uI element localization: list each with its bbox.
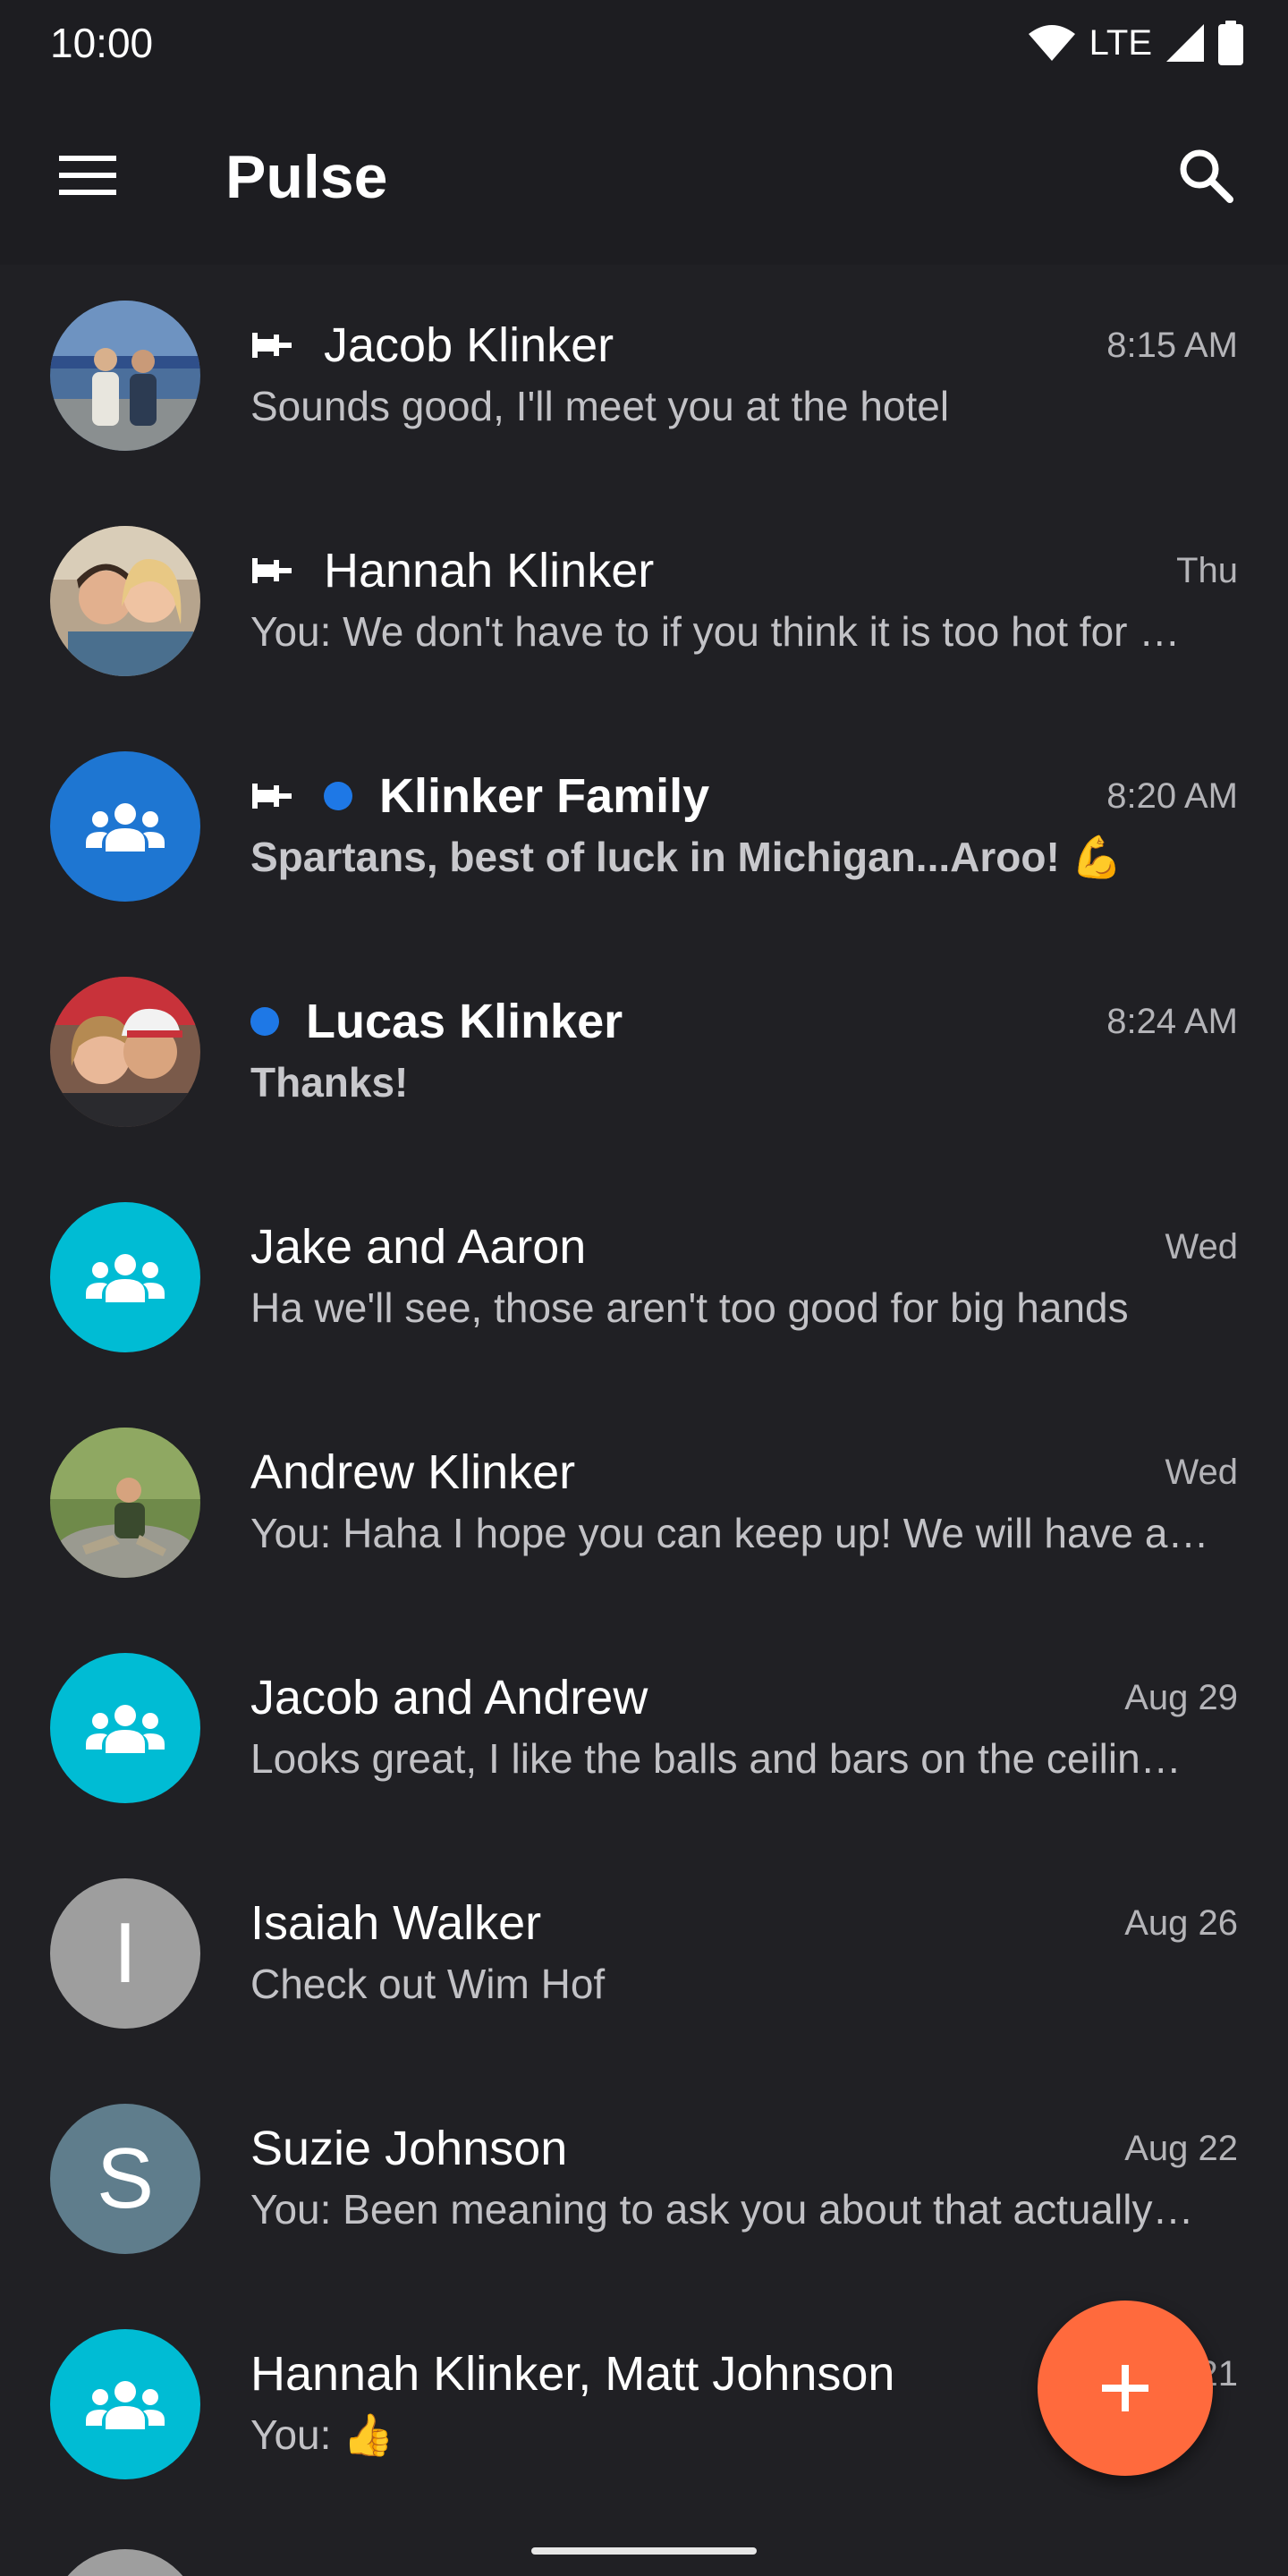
message-time: Aug 29 <box>1124 1677 1238 1717</box>
message-time: Thu <box>1176 550 1238 590</box>
battery-icon <box>1218 21 1243 65</box>
message-snippet: You: We don't have to if you think it is… <box>250 608 1181 655</box>
avatar-group[interactable] <box>50 1202 200 1352</box>
conversation-row-isaiah-walker[interactable]: I Isaiah Walker Aug 26 Check out Wim Hof <box>0 1843 1288 2068</box>
status-time: 10:00 <box>50 20 154 66</box>
conversation-header: Suzie Johnson Aug 22 <box>250 2120 1238 2177</box>
avatar-photo-lucas[interactable] <box>50 977 200 1127</box>
avatar-group[interactable] <box>50 1653 200 1803</box>
conversation-row-jacob-and-andrew[interactable]: Jacob and Andrew Aug 29 Looks great, I l… <box>0 1617 1288 1843</box>
message-snippet: Spartans, best of luck in Michigan...Aro… <box>250 834 1123 880</box>
contact-name: Jake and Aaron <box>250 1220 587 1274</box>
message-snippet: Thanks! <box>250 1059 409 1106</box>
search-button[interactable] <box>1163 132 1249 218</box>
cell-signal-icon <box>1166 24 1204 62</box>
avatar-photo-jacob[interactable] <box>50 301 200 451</box>
contact-name: Klinker Family <box>379 769 710 823</box>
avatar-initial: I <box>113 1905 138 2001</box>
conversation-row-klinker-family[interactable]: Klinker Family 8:20 AM Spartans, best of… <box>0 716 1288 941</box>
conversation-header: Hannah Klinker Thu <box>250 542 1238 599</box>
new-conversation-button[interactable] <box>1038 2301 1213 2476</box>
status-icons: LTE <box>1027 20 1243 66</box>
conversation-header: Isaiah Walker Aug 26 <box>250 1894 1238 1952</box>
pin-icon <box>252 784 292 809</box>
wifi-icon <box>1028 25 1075 61</box>
network-type-label: LTE <box>1089 23 1152 63</box>
menu-icon <box>59 156 116 195</box>
message-time: 8:20 AM <box>1106 775 1238 816</box>
avatar-initial: S <box>96 2131 155 2226</box>
conversation-row-jake-and-aaron[interactable]: Jake and Aaron Wed Ha we'll see, those a… <box>0 1166 1288 1392</box>
conversation-list-screen: 10:00 LTE Pulse Jacob Klinker 8:15 AM So… <box>0 0 1288 2576</box>
contact-name: Hannah Klinker, Matt Johnson <box>250 2347 895 2401</box>
menu-button[interactable] <box>45 132 131 218</box>
search-icon <box>1180 149 1233 203</box>
contact-name: Suzie Johnson <box>250 2122 568 2175</box>
avatar-group[interactable] <box>50 2329 200 2479</box>
message-time: Aug 22 <box>1124 2128 1238 2168</box>
contact-name: Jacob and Andrew <box>250 1671 648 1724</box>
conversation-header: Jacob and Andrew Aug 29 <box>250 1669 1238 1726</box>
app-title: Pulse <box>225 143 388 211</box>
avatar-group[interactable] <box>50 751 200 902</box>
pin-icon <box>252 558 292 583</box>
group-icon <box>86 1705 165 1753</box>
message-snippet: Sounds good, I'll meet you at the hotel <box>250 383 950 429</box>
unread-indicator <box>250 1007 279 1036</box>
conversation-header: Jake and Aaron Wed <box>250 1218 1238 1275</box>
message-snippet: You: Haha I hope you can keep up! We wil… <box>250 1510 1209 1556</box>
conversation-row-andrew-klinker[interactable]: Andrew Klinker Wed You: Haha I hope you … <box>0 1392 1288 1617</box>
app-bar: Pulse <box>0 86 1288 265</box>
conversation-header: Andrew Klinker Wed <box>250 1444 1238 1501</box>
contact-name: Andrew Klinker <box>250 1445 576 1499</box>
gesture-nav-handle[interactable] <box>531 2547 757 2555</box>
message-time: Aug 26 <box>1124 1902 1238 1943</box>
contact-name: Isaiah Walker <box>250 1896 542 1950</box>
conversation-header: Klinker Family 8:20 AM <box>250 767 1238 825</box>
message-time: 8:24 AM <box>1106 1001 1238 1041</box>
group-icon <box>86 803 165 852</box>
conversation-header: Lucas Klinker 8:24 AM <box>250 993 1238 1050</box>
conversation-header: Jacob Klinker 8:15 AM <box>250 317 1238 374</box>
group-icon <box>86 1254 165 1302</box>
conversation-list[interactable]: Jacob Klinker 8:15 AM Sounds good, I'll … <box>0 265 1288 2576</box>
conversation-row-lucas-klinker[interactable]: Lucas Klinker 8:24 AM Thanks! <box>0 941 1288 1166</box>
contact-name: Jacob Klinker <box>324 318 614 372</box>
message-snippet: Looks great, I like the balls and bars o… <box>250 1735 1182 1782</box>
avatar-photo-andrew[interactable] <box>50 1428 200 1578</box>
avatar-letter[interactable]: I <box>50 1878 200 2029</box>
avatar-letter[interactable]: S <box>50 2104 200 2254</box>
status-bar: 10:00 LTE <box>0 0 1288 86</box>
message-snippet: Check out Wim Hof <box>250 1961 606 2007</box>
plus-icon <box>1102 2365 1148 2411</box>
message-snippet: You: Been meaning to ask you about that … <box>250 2186 1194 2233</box>
message-time: Wed <box>1165 1226 1238 1267</box>
conversation-row-jacob-klinker[interactable]: Jacob Klinker 8:15 AM Sounds good, I'll … <box>0 265 1288 490</box>
group-icon <box>86 2381 165 2429</box>
conversation-row-hannah-klinker[interactable]: Hannah Klinker Thu You: We don't have to… <box>0 490 1288 716</box>
unread-indicator <box>324 782 352 810</box>
conversation-row-suzie-johnson[interactable]: S Suzie Johnson Aug 22 You: Been meaning… <box>0 2068 1288 2293</box>
pin-icon <box>252 333 292 358</box>
contact-name: Hannah Klinker <box>324 544 655 597</box>
message-time: 8:15 AM <box>1106 325 1238 365</box>
message-snippet: Ha we'll see, those aren't too good for … <box>250 1284 1129 1331</box>
message-time: Wed <box>1165 1452 1238 1492</box>
avatar-photo-hannah[interactable] <box>50 526 200 676</box>
contact-name: Lucas Klinker <box>306 995 623 1048</box>
